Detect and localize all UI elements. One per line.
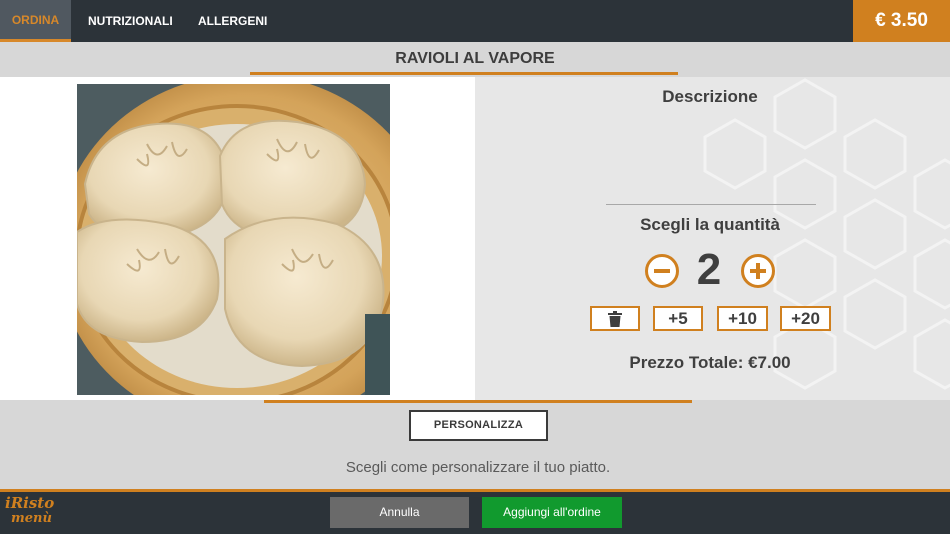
increase-quantity-button[interactable] — [741, 254, 775, 288]
tab-allergeni[interactable]: ALLERGENI — [198, 0, 267, 42]
minus-icon — [654, 269, 670, 273]
decrease-quantity-button[interactable] — [645, 254, 679, 288]
add-10-button[interactable]: +10 — [717, 306, 768, 331]
title-band: RAVIOLI AL VAPORE — [0, 42, 950, 77]
iristo-logo: iRisto menù — [5, 494, 65, 527]
add-20-button[interactable]: +20 — [780, 306, 831, 331]
separator — [606, 204, 816, 205]
bottom-bar: iRisto menù Annulla Aggiungi all'ordine — [0, 492, 950, 534]
description-title: Descrizione — [662, 87, 758, 106]
add-5-button[interactable]: +5 — [653, 306, 703, 331]
personalizza-button[interactable]: PERSONALIZZA — [409, 410, 548, 441]
details-panel: Descrizione Scegli la quantità 2 +5 +10 … — [475, 77, 950, 400]
quantity-title: Scegli la quantità — [640, 215, 780, 234]
unit-price-badge: € 3.50 — [853, 0, 950, 42]
cancel-button[interactable]: Annulla — [330, 497, 469, 528]
trash-icon — [608, 311, 622, 327]
top-bar: ORDINA NUTRIZIONALI ALLERGENI € 3.50 — [0, 0, 950, 42]
total-price: Prezzo Totale: €7.00 — [629, 353, 791, 372]
dish-title: RAVIOLI AL VAPORE — [395, 50, 555, 67]
add-to-order-button[interactable]: Aggiungi all'ordine — [482, 497, 622, 528]
customize-underline — [264, 400, 692, 403]
logo-line-1: iRisto — [5, 494, 55, 512]
logo-line-2: menù — [11, 511, 52, 526]
dumplings-photo — [77, 84, 390, 395]
customize-hint: Scegli come personalizzare il tuo piatto… — [345, 459, 611, 476]
tab-nutrizionali[interactable]: NUTRIZIONALI — [88, 0, 173, 42]
quantity-value: 2 — [696, 245, 722, 294]
clear-quantity-button[interactable] — [590, 306, 640, 331]
tab-ordina[interactable]: ORDINA — [0, 0, 71, 42]
image-panel — [0, 77, 475, 400]
title-underline — [250, 72, 678, 75]
hexagon-pattern — [703, 78, 950, 390]
